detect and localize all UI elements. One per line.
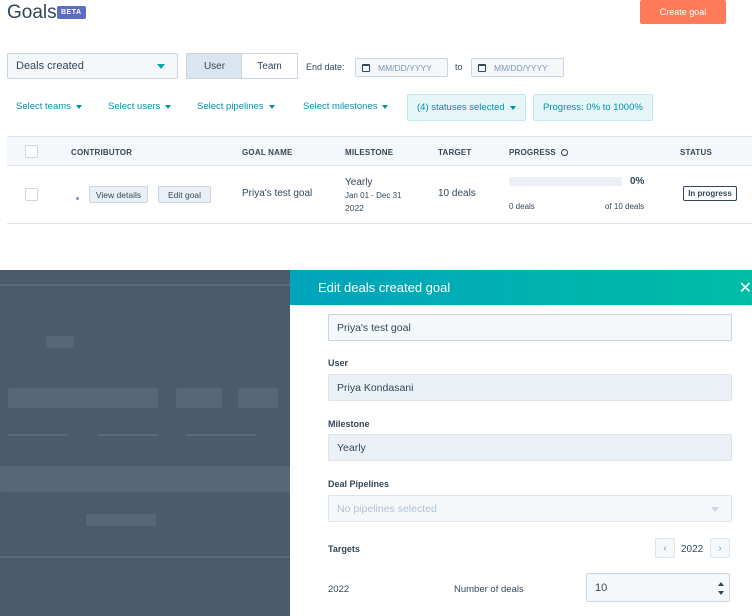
col-milestone[interactable]: MILESTONE (345, 148, 393, 157)
edit-goal-modal: Edit deals created goal ✕ Priya's test g… (290, 270, 752, 616)
number-of-deals-label: Number of deals (454, 584, 524, 595)
milestone-label: Milestone (328, 419, 370, 429)
statuses-label: (4) statuses selected (417, 102, 505, 113)
segment-user-button[interactable]: User (186, 53, 242, 79)
end-date-label: End date: (306, 62, 345, 72)
caret-down-icon (268, 104, 275, 109)
deal-pipelines-select[interactable]: No pipelines selected (328, 495, 732, 522)
chevron-down-icon (157, 64, 165, 69)
deal-pipelines-label: Deal Pipelines (328, 479, 390, 489)
milestone-range: Jan 01 - Dec 31 (345, 191, 402, 200)
select-milestones-filter[interactable]: Select milestones (303, 101, 389, 112)
col-progress[interactable]: PROGRESS (509, 148, 569, 157)
modal-header: Edit deals created goal ✕ (290, 270, 752, 305)
next-year-button[interactable]: › (710, 538, 730, 558)
ghost-filter (98, 434, 158, 436)
ghost-filter (186, 434, 256, 436)
chevron-right-icon: › (718, 542, 722, 554)
goal-name-input[interactable]: Priya's test goal (328, 314, 732, 341)
col-progress-label: PROGRESS (509, 148, 556, 157)
select-pipelines-label: Select pipelines (197, 101, 264, 112)
page-title: Goals (7, 2, 57, 23)
beta-badge: BETA (57, 6, 86, 19)
progress-bar (509, 177, 622, 186)
chevron-down-icon (711, 507, 719, 512)
ghost-segment (238, 388, 278, 408)
ghost-divider (0, 284, 290, 286)
ghost-segment (176, 388, 222, 408)
table-row: View details Edit goal Priya's test goal… (7, 166, 752, 224)
increment-icon[interactable] (718, 582, 724, 586)
select-teams-filter[interactable]: Select teams (16, 101, 82, 112)
col-target[interactable]: TARGET (438, 148, 472, 157)
statuses-filter[interactable]: (4) statuses selected (407, 94, 526, 121)
deal-pipelines-placeholder: No pipelines selected (337, 502, 437, 515)
goal-name-cell: Priya's test goal (242, 188, 313, 199)
prev-year-button[interactable]: ‹ (655, 538, 675, 558)
number-of-deals-input[interactable]: 10 (586, 573, 730, 602)
select-all-checkbox[interactable] (25, 145, 38, 158)
avatar (76, 197, 79, 200)
select-milestones-label: Select milestones (303, 101, 378, 112)
caret-down-icon (509, 105, 516, 110)
start-date-placeholder: MM/DD/YYYY (378, 62, 432, 73)
user-label: User (328, 358, 349, 368)
select-users-filter[interactable]: Select users (108, 101, 172, 112)
ghost-button (86, 514, 156, 526)
progress-filter[interactable]: Progress: 0% to 1000% (533, 94, 653, 121)
ghost-divider (0, 556, 290, 558)
select-users-label: Select users (108, 101, 161, 112)
create-goal-button[interactable]: Create goal (640, 0, 726, 24)
ghost-badge (46, 336, 74, 348)
caret-down-icon (382, 104, 389, 109)
end-date-placeholder: MM/DD/YYYY (494, 62, 548, 73)
col-status[interactable]: STATUS (680, 148, 712, 157)
ghost-filter (8, 434, 68, 436)
select-teams-label: Select teams (16, 101, 71, 112)
ghost-table-header (0, 466, 290, 492)
status-badge: In progress (683, 186, 737, 201)
chevron-left-icon: ‹ (663, 542, 667, 554)
col-goal-name[interactable]: GOAL NAME (242, 148, 293, 157)
col-contributor[interactable]: CONTRIBUTOR (71, 148, 132, 157)
caret-down-icon (165, 104, 172, 109)
end-date-input[interactable]: MM/DD/YYYY (471, 58, 564, 77)
close-icon[interactable]: ✕ (739, 278, 752, 298)
edit-goal-button[interactable]: Edit goal (158, 186, 211, 203)
milestone-year: 2022 (345, 203, 364, 213)
goal-type-select[interactable]: Deals created (7, 53, 178, 79)
info-icon (561, 149, 569, 156)
caret-down-icon (75, 104, 82, 109)
targets-label: Targets (328, 544, 360, 554)
milestone-cell: Yearly (345, 177, 373, 188)
goals-page: Goals BETA Create goal Deals created Use… (0, 0, 752, 226)
calendar-icon (362, 63, 370, 72)
progress-deals-total: of 10 deals (605, 202, 645, 211)
ghost-select (8, 388, 158, 408)
start-date-input[interactable]: MM/DD/YYYY (355, 58, 448, 77)
select-pipelines-filter[interactable]: Select pipelines (197, 101, 275, 112)
calendar-icon (478, 63, 486, 72)
goal-type-value: Deals created (16, 60, 84, 72)
target-year: 2022 (681, 544, 704, 555)
milestone-field[interactable]: Yearly (328, 434, 732, 461)
target-cell: 10 deals (438, 188, 476, 199)
table-header: CONTRIBUTOR GOAL NAME MILESTONE TARGET P… (7, 136, 752, 166)
target-row-year: 2022 (328, 584, 350, 595)
date-to-label: to (455, 62, 463, 72)
edit-goal-view: Edit deals created goal ✕ Priya's test g… (0, 270, 752, 616)
row-checkbox[interactable] (25, 188, 38, 201)
progress-deals-done: 0 deals (509, 202, 535, 211)
decrement-icon[interactable] (718, 591, 724, 595)
view-details-button[interactable]: View details (89, 186, 148, 203)
user-field[interactable]: Priya Kondasani (328, 374, 732, 401)
modal-title: Edit deals created goal (318, 280, 451, 295)
segment-team-button[interactable]: Team (241, 53, 298, 79)
number-of-deals-value: 10 (595, 581, 608, 594)
progress-percent: 0% (630, 176, 645, 187)
